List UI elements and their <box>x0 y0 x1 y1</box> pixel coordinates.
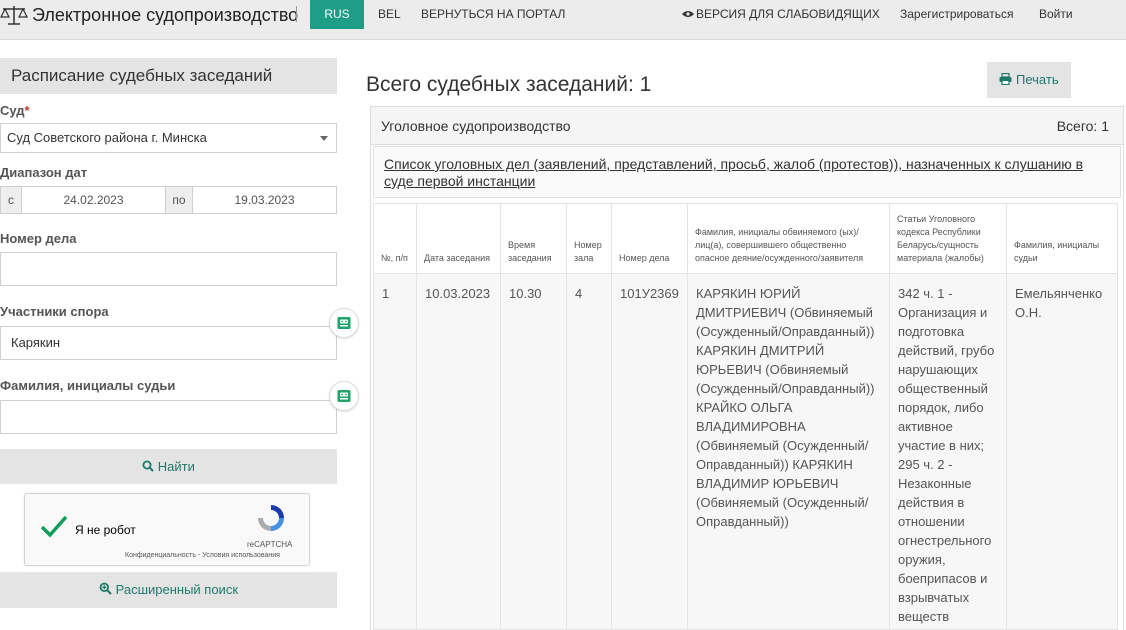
find-button-label: Найти <box>157 459 195 474</box>
judge-input[interactable] <box>0 400 337 434</box>
eye-icon <box>682 11 694 17</box>
date-from-input[interactable]: 24.02.2023 <box>21 186 166 214</box>
date-to-prefix: по <box>165 186 193 214</box>
top-bar: Электронное судопроизводство RUS BEL ВЕР… <box>0 0 1126 40</box>
judge-label: Фамилия, инициалы судьи <box>0 378 176 393</box>
cell-date: 10.03.2023 <box>416 273 501 630</box>
scales-icon <box>0 6 28 25</box>
court-label-text: Суд <box>0 103 25 118</box>
captcha-label: Я не робот <box>75 523 136 537</box>
court-select-value: Суд Советского района г. Минска <box>7 130 207 145</box>
address-book-icon <box>337 317 351 329</box>
cases-table: №, п/п Дата заседания Время заседания Но… <box>373 203 1118 630</box>
case-number-input[interactable] <box>0 252 337 286</box>
cell-articles: 342 ч. 1 - Организация и подготовка дейс… <box>889 273 1007 630</box>
printer-icon <box>999 72 1012 86</box>
search-icon <box>142 460 154 472</box>
print-button-label: Печать <box>1016 72 1059 87</box>
list-title-link[interactable]: Список уголовных дел (заявлений, предста… <box>384 156 1084 190</box>
portal-link[interactable]: ВЕРНУТЬСЯ НА ПОРТАЛ <box>421 0 565 29</box>
lang-bel-link[interactable]: BEL <box>378 0 401 29</box>
table-row: 1 10.03.2023 10.30 4 101У2369 КАРЯКИН ЮР… <box>373 273 1118 630</box>
brand-title: Электронное судопроизводство <box>32 4 299 25</box>
column-header: Дата заседания <box>416 203 501 274</box>
accessibility-link[interactable]: ВЕРСИЯ ДЛЯ СЛАБОВИДЯЩИХ <box>682 0 880 29</box>
participants-value: Карякин <box>11 335 61 350</box>
login-link[interactable]: Войти <box>1039 0 1073 29</box>
column-header: Номер дела <box>611 203 688 274</box>
court-label: Суд* <box>0 103 30 118</box>
page-title: Всего судебных заседаний: 1 <box>366 73 652 96</box>
brand[interactable]: Электронное судопроизводство <box>0 0 298 30</box>
accessibility-label: ВЕРСИЯ ДЛЯ СЛАБОВИДЯЩИХ <box>696 7 880 21</box>
captcha-brand: reCAPTCHA <box>247 540 293 549</box>
section-count: Всего: 1 <box>1056 118 1109 134</box>
participants-label: Участники спора <box>0 304 109 319</box>
judge-directory-button[interactable] <box>329 381 359 411</box>
section-header: Уголовное судопроизводство Всего: 1 <box>371 107 1123 145</box>
required-mark: * <box>24 103 30 118</box>
print-button[interactable]: Печать <box>987 62 1071 98</box>
advanced-search-button[interactable]: Расширенный поиск <box>0 572 337 608</box>
cell-judge: Емельянченко О.Н. <box>1006 273 1118 630</box>
cell-persons: КАРЯКИН ЮРИЙ ДМИТРИЕВИЧ (Обвиняемый (Осу… <box>687 273 890 630</box>
participants-input[interactable]: Карякин <box>0 326 337 360</box>
advanced-search-label: Расширенный поиск <box>115 582 239 597</box>
column-header: Фамилия, инициалы судьи <box>1006 203 1118 274</box>
sidebar-heading: Расписание судебных заседаний <box>0 58 337 94</box>
column-header: Фамилия, инициалы обвиняемого (ых)/лиц(а… <box>687 203 890 274</box>
recaptcha-widget: Я не робот reCAPTCHA Конфиденциальность … <box>24 493 310 566</box>
cell-hall: 4 <box>566 273 612 630</box>
zoom-plus-icon <box>99 582 112 595</box>
column-header: Номер зала <box>566 203 612 274</box>
cell-case: 101У2369 <box>611 273 688 630</box>
register-link[interactable]: Зарегистрироваться <box>900 0 1013 29</box>
date-to-input[interactable]: 19.03.2023 <box>192 186 337 214</box>
cell-num: 1 <box>373 273 417 630</box>
column-header: Время заседания <box>500 203 567 274</box>
cell-time: 10.30 <box>500 273 567 630</box>
case-number-label: Номер дела <box>0 231 77 246</box>
table-header-row: №, п/п Дата заседания Время заседания Но… <box>373 203 1118 274</box>
date-range: с 24.02.2023 по 19.03.2023 <box>0 186 337 214</box>
court-select[interactable]: Суд Советского района г. Минска <box>0 123 337 153</box>
lang-rus-button[interactable]: RUS <box>310 0 364 29</box>
date-from-prefix: с <box>0 186 22 214</box>
recaptcha-logo-icon <box>258 505 284 531</box>
date-range-label: Диапазон дат <box>0 165 88 180</box>
checkmark-icon[interactable] <box>39 514 69 540</box>
address-book-icon <box>337 390 351 402</box>
captcha-links[interactable]: Конфиденциальность - Условия использован… <box>125 552 280 559</box>
participants-directory-button[interactable] <box>329 308 359 338</box>
column-header: №, п/п <box>373 203 417 274</box>
header-divider <box>296 6 297 22</box>
column-header: Статьи Уголовного кодекса Республики Бел… <box>889 203 1007 274</box>
find-button[interactable]: Найти <box>0 449 337 484</box>
section-title: Уголовное судопроизводство <box>381 118 571 134</box>
caret-down-icon <box>320 136 328 141</box>
